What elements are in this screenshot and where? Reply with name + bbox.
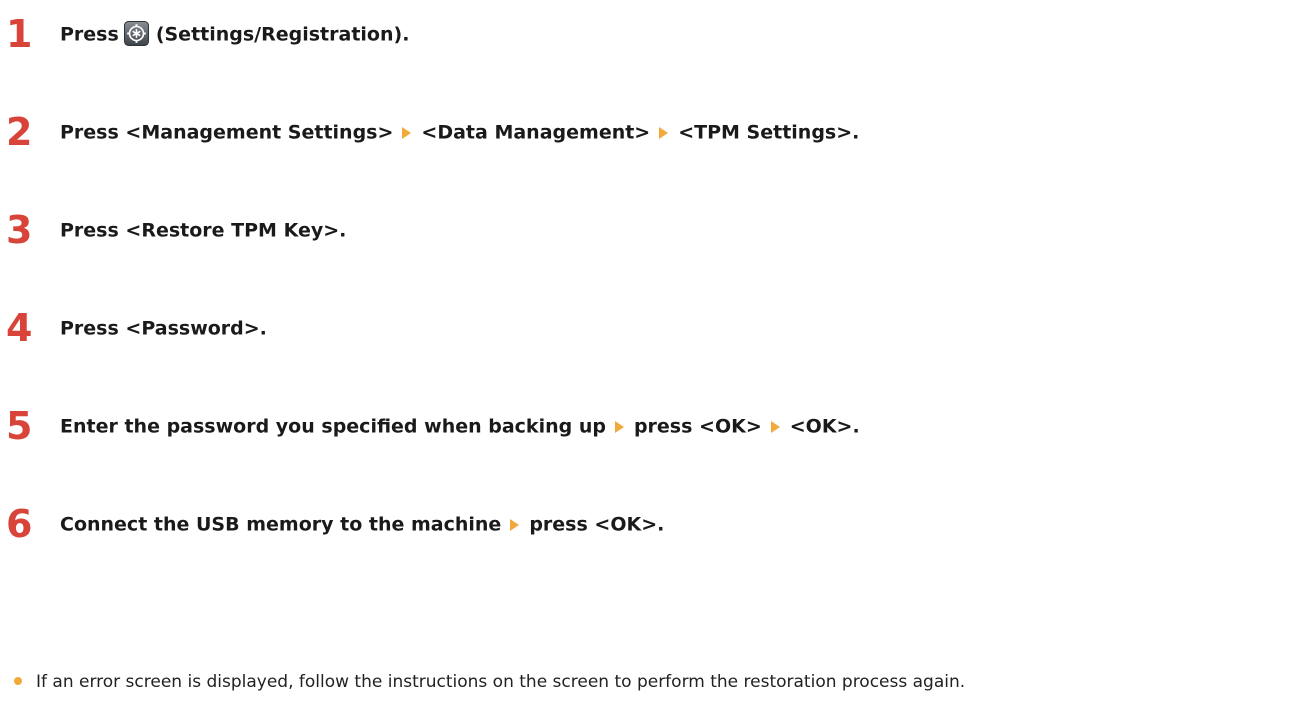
step-text-part: Enter the password you specified when ba… (60, 415, 606, 438)
step-instruction: Enter the password you specified when ba… (60, 402, 860, 451)
step-text-part: <TPM Settings>. (678, 121, 860, 144)
step-number: 3 (6, 208, 33, 252)
step-number: 4 (6, 306, 33, 350)
step-1: 1 Press (Settings/Registration). (0, 10, 1290, 58)
step-text-part: <OK>. (789, 415, 860, 438)
step-instruction: Press <Management Settings> <Data Managem… (60, 108, 859, 157)
step-text-part: <Data Management> (421, 121, 651, 144)
step-text-part: Press <Management Settings> (60, 121, 394, 144)
step-text-part: press <OK>. (529, 513, 665, 536)
step-instruction: Press <Restore TPM Key>. (60, 206, 346, 255)
step-6: 6 Connect the USB memory to the machine p… (0, 500, 1290, 548)
step-instruction: Connect the USB memory to the machine pre… (60, 500, 664, 549)
bullet-dot-icon (14, 677, 22, 685)
note-list-item: If an error screen is displayed, follow … (14, 667, 1294, 697)
step-4: 4 Press <Password>. (0, 304, 1290, 352)
triangle-right-icon (770, 420, 780, 433)
step-number: 1 (6, 12, 33, 56)
step-number: 5 (6, 404, 33, 448)
step-text-part: press <OK> (633, 415, 762, 438)
step-instruction: Press <Password>. (60, 304, 267, 353)
step-text-part: Press <Password>. (60, 317, 267, 340)
step-number: 6 (6, 502, 33, 546)
triangle-right-icon (659, 126, 669, 139)
step-5: 5 Enter the password you specified when … (0, 402, 1290, 450)
triangle-right-icon (510, 518, 520, 531)
triangle-right-icon (402, 126, 412, 139)
settings-registration-icon (123, 21, 149, 46)
step-3: 3 Press <Restore TPM Key>. (0, 206, 1290, 254)
step-number: 2 (6, 110, 33, 154)
step-instruction: Press (Settings/Registration). (60, 10, 409, 59)
step-text-part: Press (60, 23, 119, 46)
step-text-part: Press <Restore TPM Key>. (60, 219, 347, 242)
step-text-part: Connect the USB memory to the machine (60, 513, 502, 536)
note-text: If an error screen is displayed, follow … (36, 672, 966, 692)
step-2: 2 Press <Management Settings> <Data Manag… (0, 108, 1290, 156)
step-text-part: (Settings/Registration). (155, 23, 410, 46)
triangle-right-icon (614, 420, 624, 433)
